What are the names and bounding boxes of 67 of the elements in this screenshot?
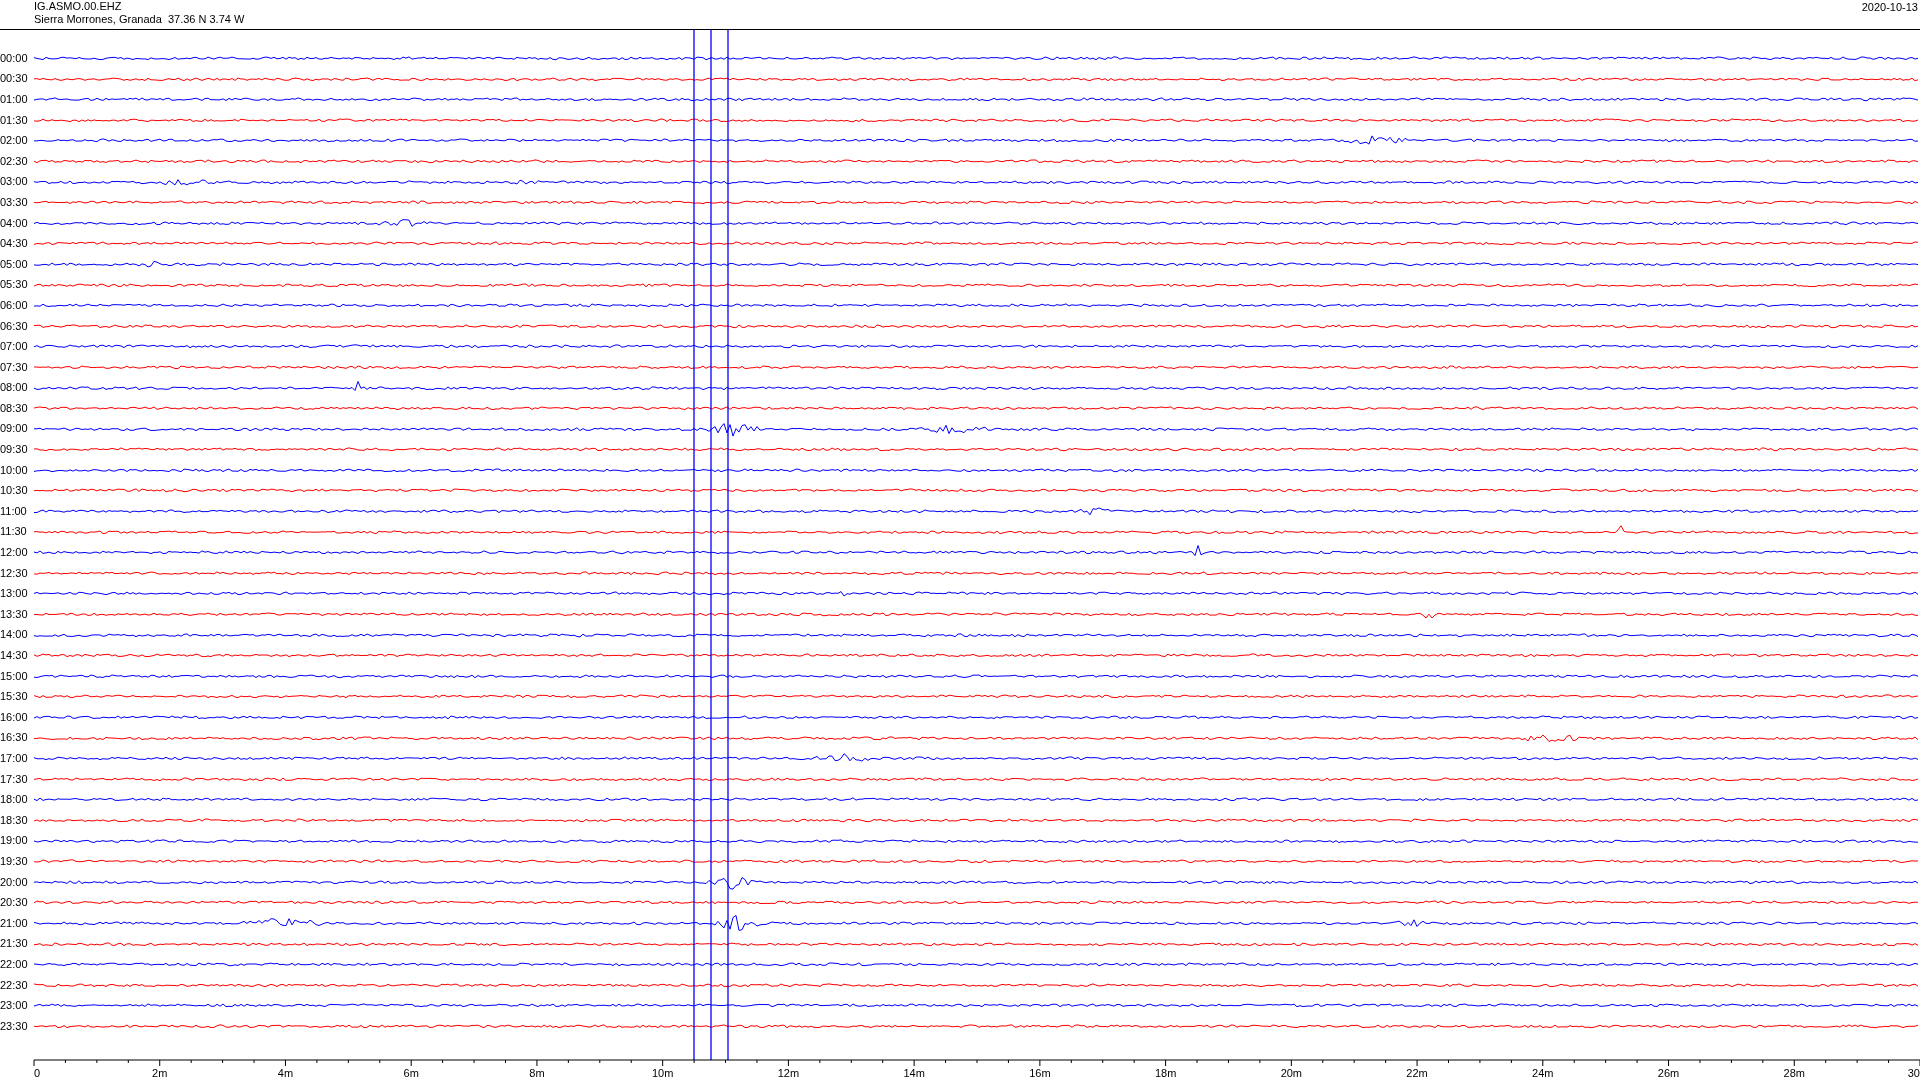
time-label: 01:00 [0,94,29,105]
time-label: 21:00 [0,917,29,929]
time-label: 23:30 [0,1020,29,1032]
time-label: 13:30 [0,608,29,620]
time-label: 16:30 [0,732,29,744]
time-label: 08:30 [0,402,29,414]
time-label: 10:00 [0,464,29,476]
time-label: 12:00 [0,547,29,559]
record-date: 2020-10-13 [1861,0,1919,15]
station-location: Sierra Morrones, Granada 37.36 N 3.74 W [34,13,245,26]
axis-tick-label: 0 [34,1067,41,1079]
axis-tick-label: 20m [1280,1067,1303,1079]
time-label: 05:30 [0,279,29,291]
time-label: 07:30 [0,361,29,373]
time-label: 13:00 [0,588,29,600]
time-label: 06:00 [0,299,29,311]
time-label: 07:00 [0,341,29,353]
time-label: 22:30 [0,979,29,991]
time-label: 00:30 [0,73,29,85]
time-label: 15:30 [0,691,29,703]
time-label: 00:00 [0,52,29,64]
time-label: 09:00 [0,423,29,435]
axis-tick-label: 14m [903,1067,925,1079]
axis-tick-label: 8m [529,1067,545,1079]
time-label: 21:30 [0,938,29,950]
time-label: 01:30 [0,114,29,126]
time-label: 18:30 [0,814,29,826]
time-label: 11:30 [0,526,28,538]
time-label: 20:00 [0,876,29,888]
time-label: 14:00 [0,629,29,641]
time-label: 19:30 [0,855,29,867]
axis-tick-label: 26m [1657,1067,1680,1079]
axis-tick-label: 10m [651,1067,674,1079]
time-label: 14:30 [0,650,29,661]
time-label: 06:30 [0,320,29,332]
time-label: 02:00 [0,135,29,147]
time-label: 09:30 [0,444,29,456]
time-label: 08:00 [0,382,29,394]
time-label: 10:30 [0,485,29,497]
axis-tick-label: 30 [1907,1067,1920,1079]
time-label: 04:00 [0,217,29,229]
time-label: 17:00 [0,753,29,764]
time-label: 05:00 [0,258,29,270]
time-label: 20:30 [0,897,29,909]
axis-tick-label: 2m [152,1067,168,1079]
time-label: 23:00 [0,1000,29,1012]
axis-tick-label: 16m [1029,1067,1051,1079]
time-label: 02:30 [0,155,29,167]
time-label: 16:00 [0,711,29,723]
axis-tick-label: 24m [1532,1067,1554,1079]
time-label: 17:30 [0,773,29,785]
time-label: 11:00 [0,505,28,517]
time-label: 18:00 [0,794,29,806]
station-code: IG.ASMO.00.EHZ [34,0,123,13]
axis-tick-label: 28m [1783,1067,1805,1079]
time-label: 03:30 [0,196,29,208]
time-label: 03:00 [0,176,29,188]
axis-tick-label: 12m [777,1067,800,1079]
time-label: 19:00 [0,835,29,847]
axis-tick-label: 6m [403,1067,419,1079]
time-label: 22:00 [0,958,29,970]
time-label: 15:00 [0,670,29,682]
axis-tick-label: 4m [277,1067,294,1079]
axis-tick-label: 18m [1154,1067,1177,1079]
time-label: 04:30 [0,238,29,250]
time-label: 12:30 [0,567,29,579]
axis-tick-label: 22m [1406,1067,1428,1079]
